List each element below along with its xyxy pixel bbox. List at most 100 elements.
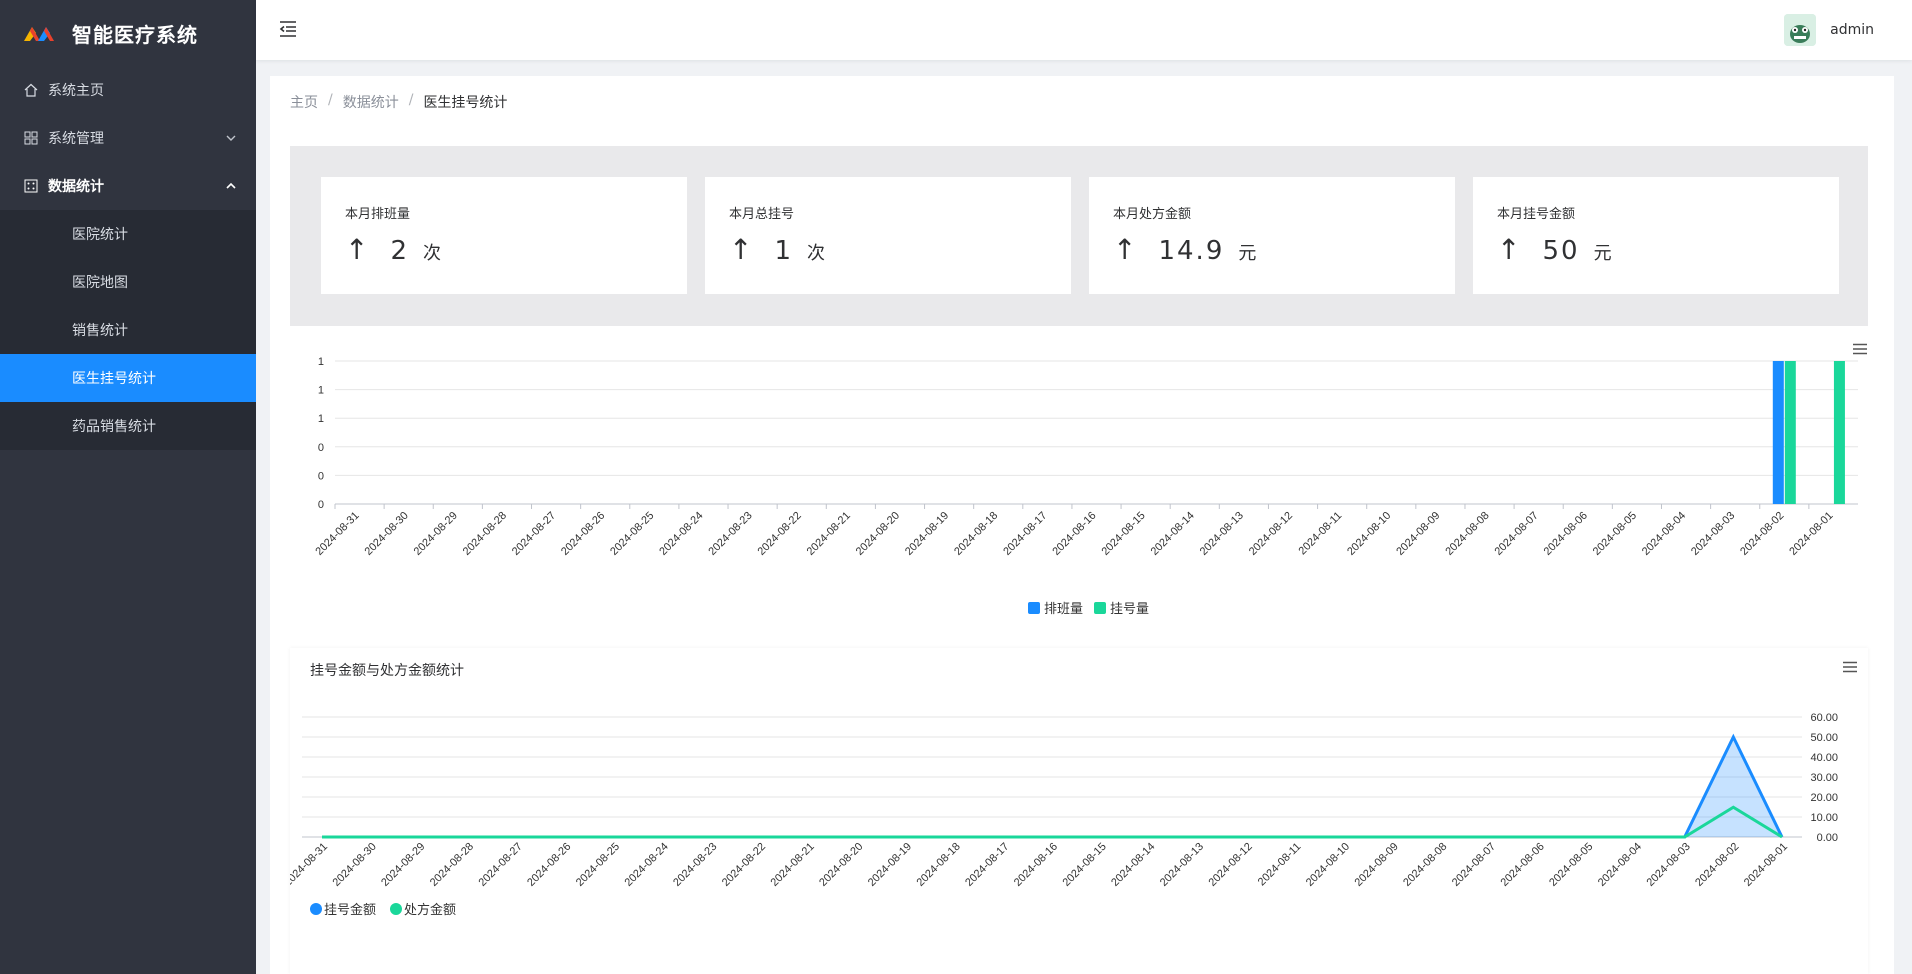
sidebar-item-label: 数据统计 xyxy=(48,179,104,195)
y-tick-label: 50.00 xyxy=(1810,732,1838,744)
sidebar-item-system-management[interactable]: 系统管理 xyxy=(0,114,256,162)
app-title: 智能医疗系统 xyxy=(72,22,198,47)
sidebar-item-hospital-stats[interactable]: 医院统计 xyxy=(0,210,256,258)
user-menu[interactable]: admin xyxy=(1784,14,1874,46)
x-tick-label: 2024-08-05 xyxy=(1547,841,1595,889)
x-tick-label: 2024-08-22 xyxy=(756,510,804,558)
x-tick-label: 2024-08-01 xyxy=(1742,841,1790,889)
legend-label: 挂号量 xyxy=(1110,601,1149,616)
bar-chart-panel: 0 0 0 1 1 1 2024-08-31 2024-08-30 2024-08-29 2024… xyxy=(290,326,1868,626)
breadcrumb-parent[interactable]: 数据统计 xyxy=(343,92,399,112)
x-tick-label: 2024-08-13 xyxy=(1158,841,1206,889)
x-tick-label: 2024-08-27 xyxy=(477,841,525,889)
y-tick-label: 0 xyxy=(318,470,324,482)
y-tick-label: 10.00 xyxy=(1810,812,1838,824)
sidebar-item-label: 医院地图 xyxy=(72,275,128,291)
x-tick-label: 2024-08-07 xyxy=(1493,510,1541,558)
x-tick-label: 2024-08-29 xyxy=(379,841,427,889)
x-tick-label: 2024-08-20 xyxy=(854,510,902,558)
sidebar-item-data-statistics[interactable]: 数据统计 xyxy=(0,162,256,210)
sidebar-item-label: 销售统计 xyxy=(72,323,128,339)
bar xyxy=(1772,361,1784,504)
sidebar-item-doctor-registration-stats[interactable]: 医生挂号统计 xyxy=(0,354,256,402)
x-tick-label: 2024-08-01 xyxy=(1787,510,1835,558)
stats-icon xyxy=(24,179,38,193)
y-tick-label: 60.00 xyxy=(1810,712,1838,724)
x-tick-label: 2024-08-10 xyxy=(1304,841,1352,889)
main-content: 主页 / 数据统计 / 医生挂号统计 本月排班量 ↑ 2 次 本月总挂号 ↑ 1… xyxy=(270,76,1894,974)
x-tick-label: 2024-08-25 xyxy=(574,841,622,889)
sidebar-item-sales-stats[interactable]: 销售统计 xyxy=(0,306,256,354)
arrow-up-icon: ↑ xyxy=(1497,233,1521,266)
x-tick-label: 2024-08-16 xyxy=(1050,510,1098,558)
chevron-down-icon xyxy=(226,131,236,145)
breadcrumb-separator: / xyxy=(328,92,333,108)
avatar[interactable] xyxy=(1784,14,1817,46)
x-tick-label: 2024-08-19 xyxy=(903,510,951,558)
stat-label: 本月处方金额 xyxy=(1113,207,1192,222)
x-tick-label: 2024-08-20 xyxy=(817,841,865,889)
stats-panel: 本月排班量 ↑ 2 次 本月总挂号 ↑ 1 次 本月处方金额 ↑ 14.9 元 xyxy=(290,146,1868,326)
x-tick-label: 2024-08-06 xyxy=(1542,510,1590,558)
x-tick-label: 2024-08-04 xyxy=(1596,841,1644,889)
sidebar-item-drug-sales-stats[interactable]: 药品销售统计 xyxy=(0,402,256,450)
breadcrumb-home[interactable]: 主页 xyxy=(290,92,318,112)
sidebar-item-hospital-map[interactable]: 医院地图 xyxy=(0,258,256,306)
sidebar-item-home[interactable]: 系统主页 xyxy=(0,66,256,114)
y-tick-label: 0 xyxy=(318,442,324,454)
chart-menu-icon[interactable] xyxy=(1842,658,1858,677)
stat-value: 50 xyxy=(1542,236,1580,266)
legend-label: 处方金额 xyxy=(404,902,456,917)
x-tick-label: 2024-08-31 xyxy=(290,841,330,889)
x-tick-label: 2024-08-30 xyxy=(363,510,411,558)
x-tick-label: 2024-08-25 xyxy=(608,510,656,558)
x-tick-label: 2024-08-10 xyxy=(1345,510,1393,558)
x-tick-label: 2024-08-29 xyxy=(412,510,460,558)
x-tick-label: 2024-08-21 xyxy=(769,841,817,889)
breadcrumb-separator: / xyxy=(408,92,414,108)
x-tick-label: 2024-08-04 xyxy=(1640,510,1688,558)
stat-value: 2 xyxy=(390,236,410,266)
x-tick-label: 2024-08-21 xyxy=(805,510,853,558)
legend-label: 挂号金额 xyxy=(324,902,376,917)
bar-chart: 0001112024-08-31 2024-08-30 2024-08-29 2024… xyxy=(313,356,1858,616)
x-tick-label: 2024-08-23 xyxy=(671,841,719,889)
x-tick-label: 2024-08-17 xyxy=(963,841,1011,889)
bar xyxy=(1784,361,1796,504)
stat-card-monthly-registration-amount: 本月挂号金额 ↑ 50 元 xyxy=(1473,177,1839,294)
x-tick-label: 2024-08-18 xyxy=(915,841,963,889)
chart-menu-icon[interactable] xyxy=(1852,340,1868,359)
stat-value: 1 xyxy=(774,236,794,266)
x-tick-label: 2024-08-02 xyxy=(1693,841,1741,889)
chevron-up-icon xyxy=(226,179,236,193)
stat-unit: 次 xyxy=(807,243,826,264)
sidebar: 智能医疗系统 系统主页 系统管理 数据统计 医院统计 医院地图 销售统计 医生挂… xyxy=(0,0,256,974)
series-line xyxy=(322,733,1784,839)
area-chart-panel: 挂号金额与处方金额统计 0.00 10.00 20.00 30.00 40.00 50.0… xyxy=(282,648,1868,974)
x-tick-label: 2024-08-14 xyxy=(1109,841,1157,889)
arrow-up-icon: ↑ xyxy=(729,233,753,266)
stat-label: 本月挂号金额 xyxy=(1497,207,1576,222)
x-tick-label: 2024-08-28 xyxy=(461,510,509,558)
breadcrumb: 主页 / 数据统计 / 医生挂号统计 xyxy=(290,92,507,112)
x-tick-label: 2024-08-09 xyxy=(1394,510,1442,558)
chart-title: 挂号金额与处方金额统计 xyxy=(310,663,464,679)
stat-card-monthly-registrations: 本月总挂号 ↑ 1 次 xyxy=(705,177,1071,294)
x-tick-label: 2024-08-28 xyxy=(428,841,476,889)
x-tick-label: 2024-08-27 xyxy=(510,510,558,558)
stat-value: 14.9 xyxy=(1158,236,1225,266)
menu-fold-icon[interactable] xyxy=(278,20,298,38)
area-chart: 0.00 10.00 20.00 30.00 40.00 50.00 60.00 2024-0… xyxy=(282,712,1838,917)
sidebar-item-label: 医生挂号统计 xyxy=(72,371,156,387)
legend-label: 排班量 xyxy=(1044,601,1083,616)
legend-marker xyxy=(1094,602,1106,614)
stat-label: 本月总挂号 xyxy=(729,207,795,222)
x-tick-label: 2024-08-12 xyxy=(1247,510,1295,558)
sidebar-submenu: 医院统计 医院地图 销售统计 医生挂号统计 药品销售统计 xyxy=(0,210,256,450)
grid-icon xyxy=(24,131,38,145)
y-tick-label: 20.00 xyxy=(1810,792,1838,804)
arrow-up-icon: ↑ xyxy=(345,233,369,266)
x-tick-label: 2024-08-02 xyxy=(1738,510,1786,558)
username[interactable]: admin xyxy=(1830,22,1874,38)
x-tick-label: 2024-08-26 xyxy=(559,510,607,558)
